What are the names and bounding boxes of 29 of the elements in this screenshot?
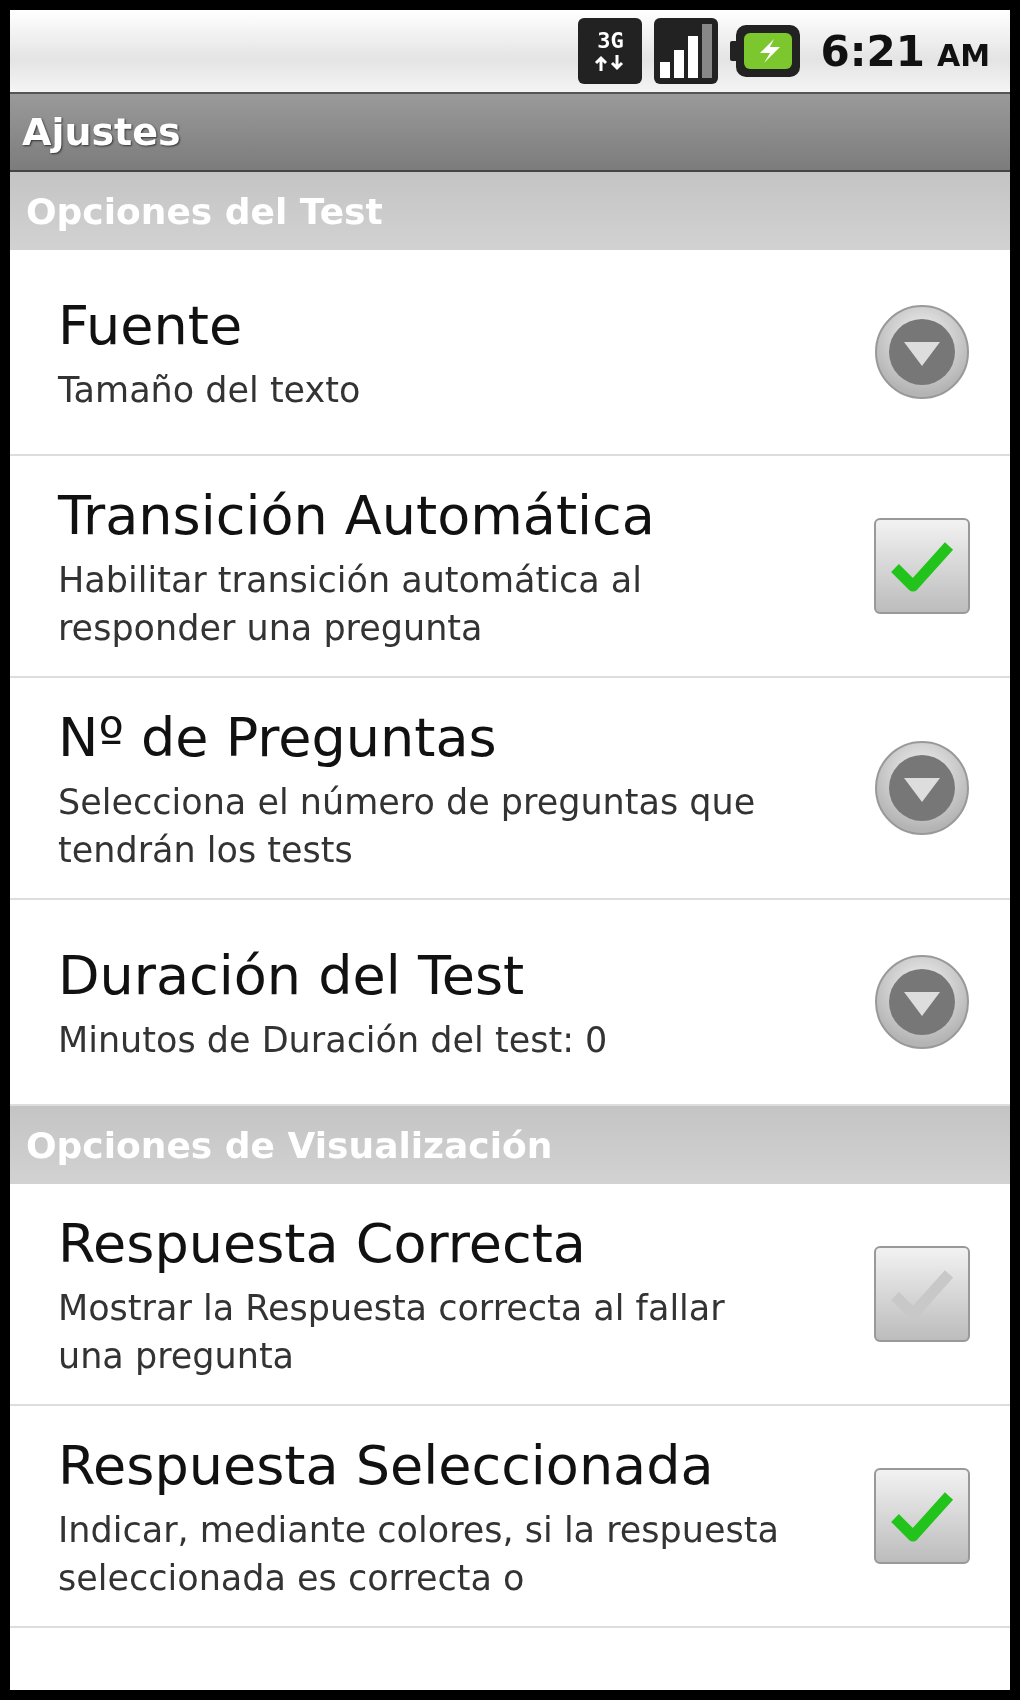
preference-row[interactable]: Fuente Tamaño del texto xyxy=(10,250,1010,456)
preference-summary: Indicar, mediante colores, si la respuesta seleccionada es correcta o xyxy=(58,1509,780,1600)
preference-summary: Minutos de Duración del test: 0 xyxy=(58,1019,609,1062)
dropdown-icon[interactable] xyxy=(874,954,970,1050)
preference-row[interactable]: Respuesta Correcta Mostrar la Respuesta correcta al fallar una pregunta xyxy=(10,1184,1010,1406)
preference-summary: Mostrar la Respuesta correcta al fallar una pregunta xyxy=(58,1287,726,1378)
preference-title: Respuesta Correcta xyxy=(58,1211,587,1277)
network-icon: 3G xyxy=(578,18,643,84)
preference-title: Duración del Test xyxy=(58,943,526,1009)
preference-title: Respuesta Seleccionada xyxy=(58,1433,715,1499)
preference-row[interactable]: Transición Automática Habilitar transición automática al responder una pregunta xyxy=(10,456,1010,678)
preference-row[interactable]: Nº de Preguntas Selecciona el número de preguntas que tendrán los tests xyxy=(10,678,1010,900)
preference-summary: Selecciona el número de preguntas que tendrán los tests xyxy=(58,781,757,872)
dropdown-icon[interactable] xyxy=(874,740,970,836)
clock-meridiem: AM xyxy=(936,37,990,73)
checkbox[interactable] xyxy=(874,518,970,614)
clock-time: 6:21 xyxy=(820,26,925,76)
dropdown-icon[interactable] xyxy=(874,304,970,400)
signal-icon xyxy=(654,18,719,84)
preference-title: Nº de Preguntas xyxy=(58,705,498,771)
screen-title: Ajustes xyxy=(22,110,181,154)
preference-summary: Tamaño del texto xyxy=(58,369,362,412)
preference-summary: Habilitar transición automática al responder una pregunta xyxy=(58,559,643,650)
battery-icon xyxy=(730,25,801,77)
preference-row[interactable]: Respuesta Seleccionada Indicar, mediante colores, si la respuesta seleccionada es correcta o xyxy=(10,1406,1010,1628)
checkbox[interactable] xyxy=(874,1468,970,1564)
preference-title: Fuente xyxy=(58,293,244,359)
preference-title: Transición Automática xyxy=(58,483,656,549)
checkbox[interactable] xyxy=(874,1246,970,1342)
